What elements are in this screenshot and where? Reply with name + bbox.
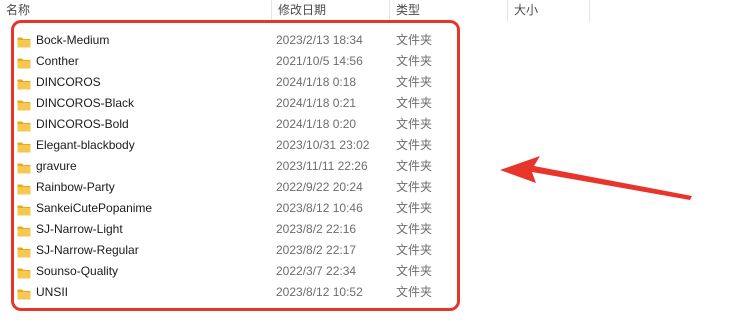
annotation-arrow-icon xyxy=(500,156,692,200)
file-explorer: 名称 ^ 修改日期 类型 大小 Bock-Medium2023/2/13 18:… xyxy=(0,0,732,332)
